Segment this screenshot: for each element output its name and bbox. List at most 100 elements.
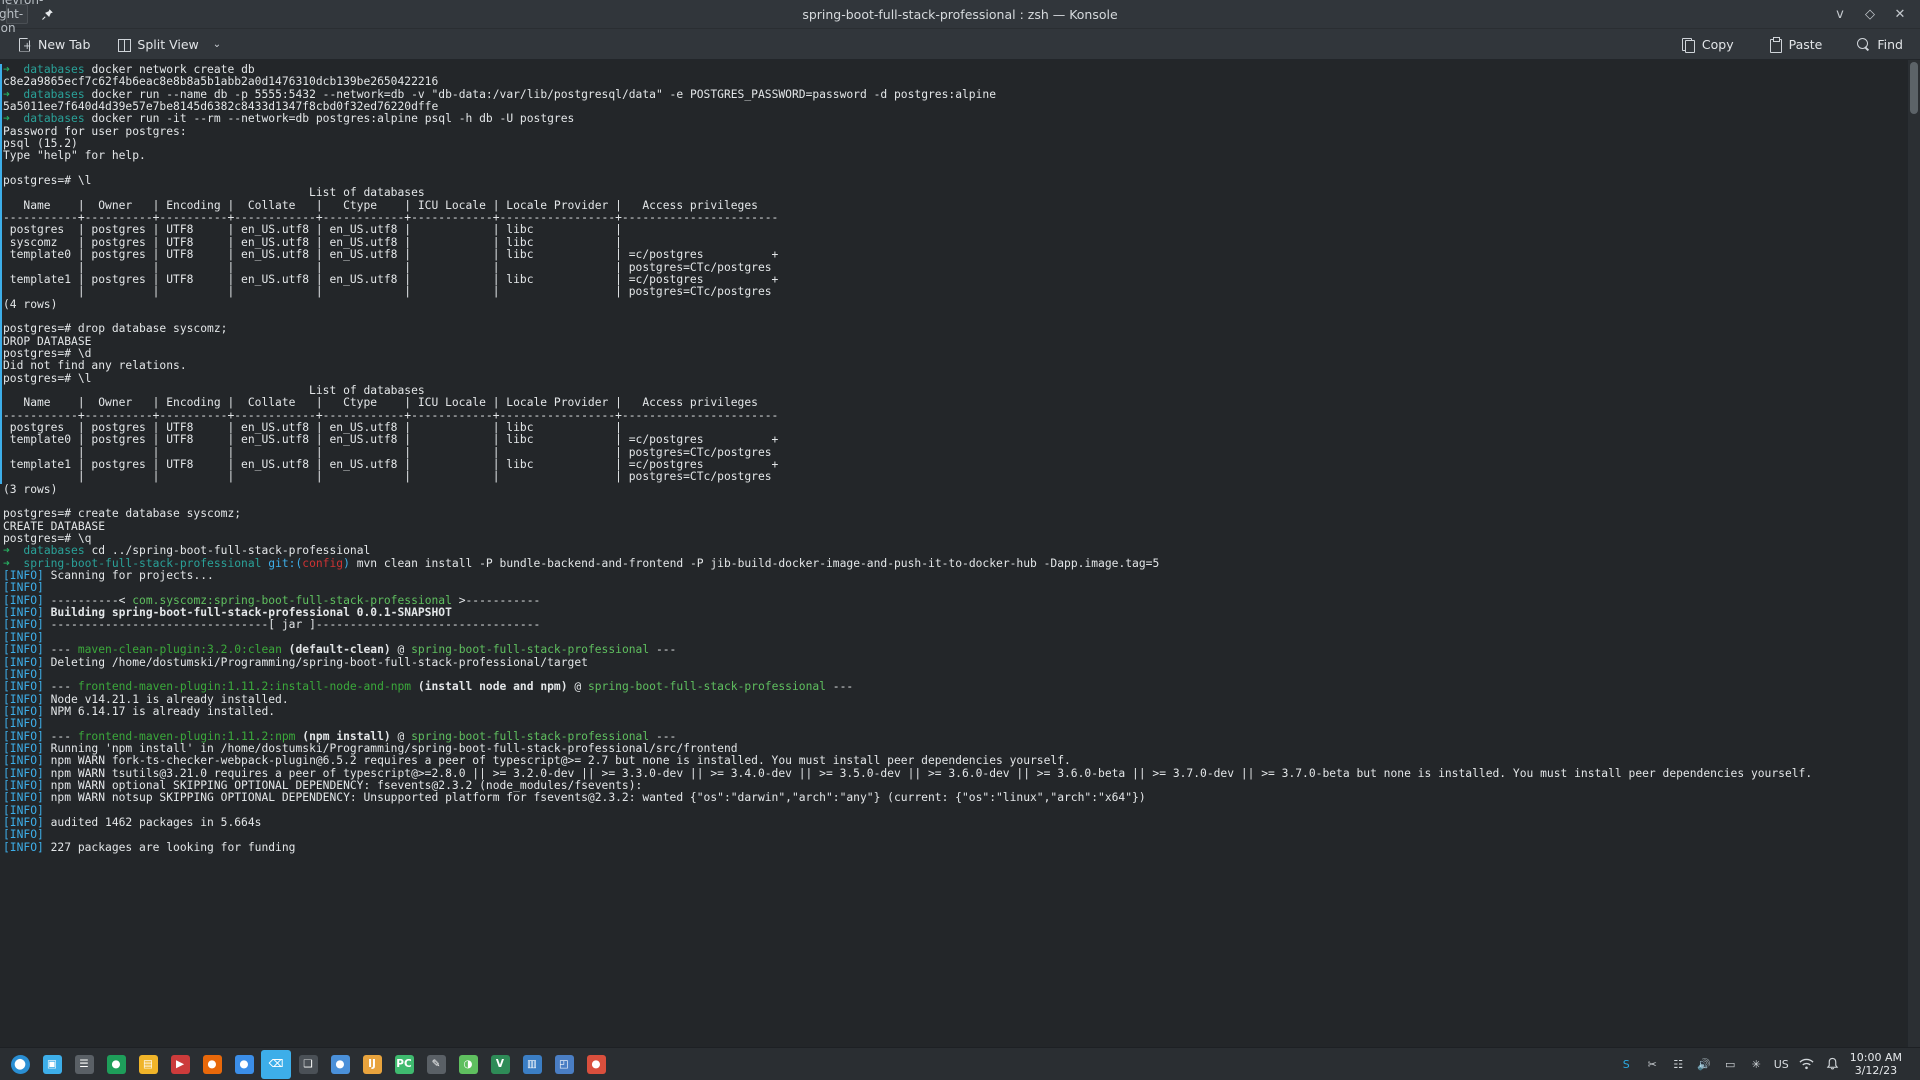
taskbar-media-player-icon[interactable]: ▶ <box>165 1050 195 1079</box>
terminal-span: [INFO] <box>3 816 44 829</box>
taskbar-browser-alt-icon[interactable]: ● <box>581 1050 611 1079</box>
taskbar-chromium-icon[interactable]: ● <box>325 1050 355 1079</box>
taskbar-text-editor-icon[interactable]: ✎ <box>421 1050 451 1079</box>
notes-tray-icon[interactable]: ☷ <box>1670 1056 1687 1073</box>
pin-icon[interactable] <box>36 4 58 24</box>
copy-button[interactable]: Copy <box>1674 34 1741 55</box>
terminal-span: [INFO] <box>3 754 44 767</box>
terminal-line: postgres=# drop database syscomz; <box>3 323 1907 335</box>
desktop-taskbar: ⬤ ▣ ☰ ● ▤ ▶ ● ● ⌫ ❑ ● IJ PC ✎ ◑ V ▥ ◰ ● S ✂ ☷ 🔊 ▭ ✳ US 10:00 <box>0 1047 1920 1080</box>
taskbar-pager-icon[interactable]: ▣ <box>37 1050 67 1079</box>
terminal-span: [INFO] <box>3 730 44 743</box>
terminal-span: CREATE DATABASE <box>3 520 105 533</box>
pycharm-glyph: PC <box>395 1055 414 1074</box>
terminal-line: [INFO] npm WARN notsup SKIPPING OPTIONAL… <box>3 792 1907 804</box>
terminal-span: databases <box>17 88 92 101</box>
taskbar-firefox-icon[interactable]: ● <box>197 1050 227 1079</box>
keyboard-layout-indicator[interactable]: US <box>1774 1058 1789 1071</box>
maximize-icon[interactable]: ◇ <box>1862 6 1878 22</box>
terminal-line: (4 rows) <box>3 299 1907 311</box>
split-view-dropdown[interactable]: ⌄ <box>206 36 228 53</box>
terminal-span: Password for user postgres: <box>3 125 187 138</box>
chevron-right-icon[interactable]: chevron-right-icon <box>6 4 28 24</box>
find-button[interactable]: Find <box>1849 34 1910 55</box>
terminal-line: CREATE DATABASE <box>3 521 1907 533</box>
terminal-line: | | | | | | | postgres=CTc/postgres <box>3 471 1907 483</box>
close-icon[interactable]: ✕ <box>1892 6 1908 22</box>
terminal-span: syscomz | postgres | UTF8 | en_US.utf8 |… <box>3 236 622 249</box>
taskbar-vim-icon[interactable]: V <box>485 1050 515 1079</box>
new-tab-icon <box>17 37 32 52</box>
clock-widget[interactable]: 10:00 AM 3/12/23 <box>1850 1051 1908 1077</box>
terminal-line: [INFO] 227 packages are looking for fund… <box>3 842 1907 854</box>
terminal-span: docker run -it --rm --network=db postgre… <box>91 112 574 125</box>
terminal-span: [INFO] <box>3 680 44 693</box>
new-tab-button[interactable]: New Tab <box>10 34 97 55</box>
taskbar-pycharm-icon[interactable]: PC <box>389 1050 419 1079</box>
terminal-line: ➜ databases docker run -it --rm --networ… <box>3 113 1907 125</box>
bell-icon[interactable] <box>1824 1056 1841 1073</box>
terminal-line <box>3 311 1907 323</box>
terminal-span: Scanning for projects... <box>44 569 214 582</box>
taskbar-file-manager-icon[interactable]: ☰ <box>69 1050 99 1079</box>
charts-app-glyph: ◰ <box>555 1055 574 1074</box>
terminal-span: (3 rows) <box>3 483 57 496</box>
taskbar-file-explorer-icon[interactable]: ▤ <box>133 1050 163 1079</box>
volume-tray-icon[interactable]: 🔊 <box>1696 1056 1713 1073</box>
terminal-line: [INFO] Scanning for projects... <box>3 570 1907 582</box>
skype-tray-icon[interactable]: S <box>1618 1056 1635 1073</box>
terminal-span: List of databases <box>3 384 425 397</box>
terminal-span: -----------+----------+----------+------… <box>3 409 778 422</box>
terminal-span: (default-clean) <box>282 643 391 656</box>
terminal-span: List of databases <box>3 186 425 199</box>
scrollbar-thumb[interactable] <box>1910 62 1918 114</box>
search-icon <box>1856 37 1871 52</box>
media-player-glyph: ▶ <box>171 1055 190 1074</box>
paste-button[interactable]: Paste <box>1761 34 1830 55</box>
wifi-icon[interactable] <box>1798 1056 1815 1073</box>
taskbar-window-list-icon[interactable]: ❑ <box>293 1050 323 1079</box>
terminal-output[interactable]: ➜ databases docker network create db c8e2… <box>0 60 1907 1080</box>
terminal-area: ➜ databases docker network create db c8e2… <box>0 60 1920 1080</box>
terminal-span: config <box>302 557 343 570</box>
terminal-line: (3 rows) <box>3 484 1907 496</box>
taskbar-web-browser-icon[interactable]: ● <box>101 1050 131 1079</box>
terminal-span: docker network create db <box>91 63 254 76</box>
terminal-span: audited 1462 packages in 5.664s <box>44 816 262 829</box>
terminal-span: Building spring-boot-full-stack-professi… <box>44 606 452 619</box>
minimize-icon[interactable]: v <box>1832 6 1848 22</box>
terminal-span: databases <box>17 112 92 125</box>
new-tab-label: New Tab <box>38 37 90 52</box>
web-browser-glyph: ● <box>107 1055 126 1074</box>
terminal-span: -----------+----------+----------+------… <box>3 211 778 224</box>
bluetooth-tray-icon[interactable]: ✳ <box>1748 1056 1765 1073</box>
firefox-glyph: ● <box>203 1055 222 1074</box>
terminal-span: ➜ <box>3 63 17 76</box>
terminal-scrollbar[interactable] <box>1907 60 1920 1080</box>
clock-date: 3/12/23 <box>1850 1064 1902 1077</box>
terminal-line: postgres=# \d <box>3 348 1907 360</box>
taskbar-chrome-icon[interactable]: ● <box>229 1050 259 1079</box>
clipboard-tray-icon[interactable]: ✂ <box>1644 1056 1661 1073</box>
battery-tray-icon[interactable]: ▭ <box>1722 1056 1739 1073</box>
taskbar-intellij-idea-icon[interactable]: IJ <box>357 1050 387 1079</box>
terminal-line: [INFO] NPM 6.14.17 is already installed. <box>3 706 1907 718</box>
terminal-span: (npm install) <box>295 730 390 743</box>
terminal-span: [INFO] <box>3 668 44 681</box>
window-list-glyph: ❑ <box>299 1055 318 1074</box>
vim-glyph: V <box>491 1055 510 1074</box>
terminal-span: 227 packages are looking for funding <box>44 841 296 854</box>
application-launcher-button[interactable]: ⬤ <box>5 1050 35 1079</box>
terminal-span: docker run --name db -p 5555:5432 --netw… <box>91 88 996 101</box>
taskbar-konsole-icon[interactable]: ⌫ <box>261 1050 291 1079</box>
terminal-span: postgres=# \l <box>3 372 91 385</box>
taskbar-database-tool-icon[interactable]: ▥ <box>517 1050 547 1079</box>
terminal-span: --- <box>44 730 78 743</box>
split-view-button[interactable]: Split View <box>109 34 205 55</box>
terminal-span: | | | | | | | postgres=CTc/postgres <box>3 261 772 274</box>
terminal-line: ➜ spring-boot-full-stack-professional gi… <box>3 558 1907 570</box>
taskbar-charts-app-icon[interactable]: ◰ <box>549 1050 579 1079</box>
taskbar-node-app-icon[interactable]: ◑ <box>453 1050 483 1079</box>
terminal-span: @ <box>391 643 411 656</box>
terminal-span: git:( <box>268 557 302 570</box>
